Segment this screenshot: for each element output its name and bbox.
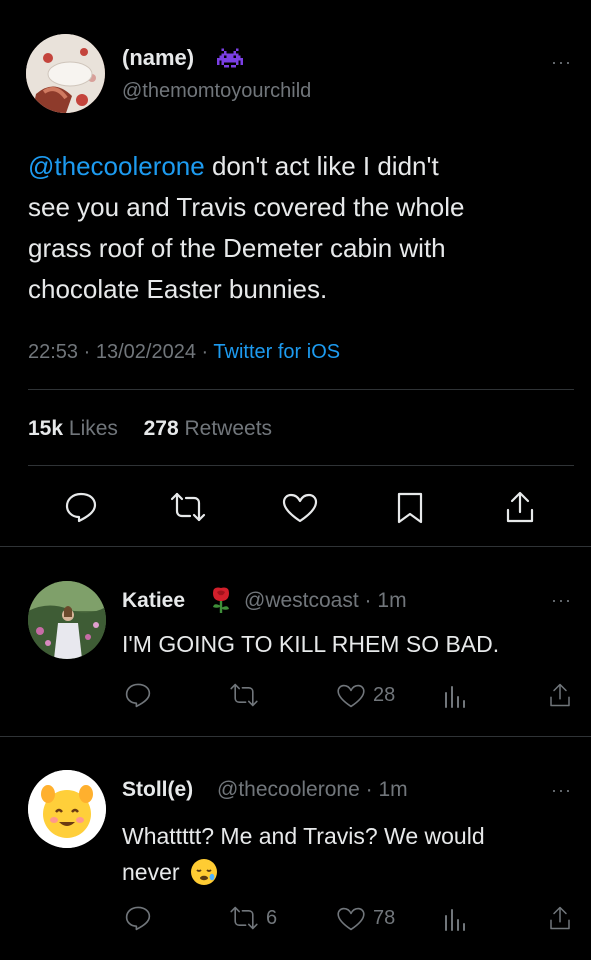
retweet-count: 6: [266, 907, 278, 929]
tweet-text-line-1: don't act like I didn't: [204, 151, 439, 181]
mention-link[interactable]: @thecoolerone: [28, 151, 205, 181]
space-invader-icon: [217, 48, 243, 68]
more-options-icon[interactable]: ···: [551, 52, 572, 73]
tweet-stats: 15k Likes 278 Retweets: [28, 417, 272, 441]
display-name[interactable]: (name): [122, 45, 194, 71]
likes-stat[interactable]: 15k Likes: [28, 417, 118, 440]
like-icon[interactable]: [336, 684, 366, 708]
reply-display-name[interactable]: Stoll(e): [122, 778, 193, 801]
reply-icon[interactable]: [124, 682, 152, 708]
tweet-text: @thecoolerone don't act like I didn't se…: [28, 146, 573, 310]
bookmark-icon[interactable]: [395, 491, 425, 525]
like-count: 28: [373, 684, 396, 706]
views-icon[interactable]: [442, 906, 466, 932]
reply-meta: @westcoast · 1m: [244, 589, 407, 613]
like-icon[interactable]: [282, 493, 318, 523]
divider: [0, 546, 591, 547]
reply-text-line-2: never: [122, 859, 180, 885]
like-count: 78: [373, 907, 396, 929]
avatar[interactable]: [28, 581, 106, 659]
rose-icon: [208, 586, 234, 614]
meta-separator: ·: [83, 341, 91, 363]
more-options-icon[interactable]: ···: [551, 590, 572, 611]
reply-time[interactable]: 1m: [377, 589, 406, 612]
retweet-icon[interactable]: [168, 491, 208, 523]
views-icon[interactable]: [442, 683, 466, 709]
tweet-text-line-2: see you and Travis covered the whole: [28, 192, 465, 222]
share-icon[interactable]: [548, 905, 572, 931]
tweet-source[interactable]: Twitter for iOS: [213, 341, 340, 363]
reply-time[interactable]: 1m: [378, 778, 407, 801]
likes-count: 15k: [28, 417, 64, 440]
avatar[interactable]: [28, 770, 106, 848]
reply-handle[interactable]: @westcoast: [244, 589, 359, 612]
tweet-text-line-3: grass roof of the Demeter cabin with: [28, 233, 446, 263]
avatar[interactable]: [26, 34, 105, 113]
reply-display-name[interactable]: Katiee: [122, 589, 185, 612]
share-icon[interactable]: [504, 490, 536, 524]
reply-meta: @thecoolerone · 1m: [217, 778, 408, 802]
tweet-meta: 22:53 · 13/02/2024 · Twitter for iOS: [28, 341, 340, 364]
reply-icon[interactable]: [124, 905, 152, 931]
meta-separator: ·: [365, 778, 373, 801]
reply-text: Whattttt? Me and Travis? We would never: [122, 818, 562, 890]
like-icon[interactable]: [336, 907, 366, 931]
retweets-count: 278: [143, 417, 179, 440]
reply-text: I'M GOING TO KILL RHEM SO BAD.: [122, 631, 500, 657]
retweet-icon[interactable]: [228, 682, 260, 708]
tweet-time[interactable]: 22:53: [28, 341, 78, 363]
likes-label: Likes: [68, 417, 118, 440]
reply-header: Katiee: [122, 589, 185, 613]
retweets-label: Retweets: [184, 417, 273, 440]
tweet-text-line-4: chocolate Easter bunnies.: [28, 274, 328, 304]
retweet-icon[interactable]: [228, 905, 260, 931]
divider: [0, 736, 591, 737]
handle[interactable]: @themomtoyourchild: [122, 80, 311, 103]
reply-text-line-1: Whattttt? Me and Travis? We would: [122, 823, 485, 849]
reply-header: Stoll(e): [122, 778, 193, 802]
divider: [28, 465, 574, 466]
tweet-date[interactable]: 13/02/2024: [96, 341, 196, 363]
sleepy-face-icon: [190, 858, 218, 886]
divider: [28, 389, 574, 390]
reply-handle[interactable]: @thecoolerone: [217, 778, 360, 801]
reply-icon[interactable]: [64, 491, 98, 523]
retweets-stat[interactable]: 278 Retweets: [144, 417, 272, 440]
meta-separator: ·: [364, 589, 372, 612]
more-options-icon[interactable]: ···: [551, 780, 572, 801]
display-name-text: (name): [122, 45, 195, 70]
share-icon[interactable]: [548, 682, 572, 708]
meta-separator: ·: [201, 341, 209, 363]
